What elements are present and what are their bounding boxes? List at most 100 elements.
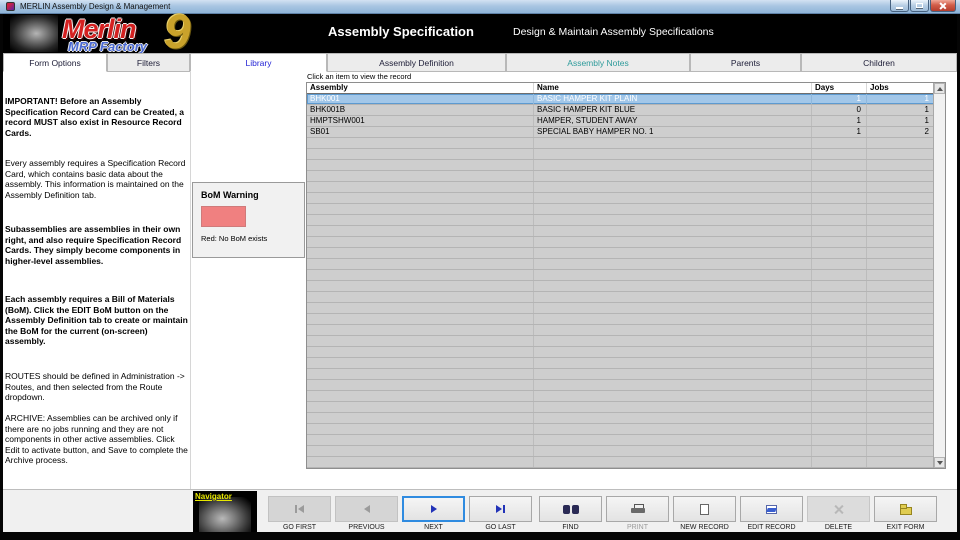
cell [812, 226, 867, 236]
edit-record-button[interactable] [740, 496, 803, 522]
library-panel: Click an item to view the record Assembl… [306, 72, 957, 489]
delete-button[interactable] [807, 496, 870, 522]
tab-assembly-notes[interactable]: Assembly Notes [506, 53, 690, 72]
cell [534, 457, 812, 467]
cell [534, 424, 812, 434]
close-button[interactable] [930, 0, 956, 12]
cell [812, 292, 867, 302]
table-row-empty [307, 424, 945, 435]
cell [867, 303, 935, 313]
cell [812, 435, 867, 445]
cell: SPECIAL BABY HAMPER NO. 1 [534, 127, 812, 137]
table-scrollbar[interactable] [933, 83, 945, 468]
go-last-icon [496, 505, 505, 513]
table-row-empty [307, 292, 945, 303]
cell: BHK001B [307, 105, 534, 115]
table-row-empty [307, 193, 945, 204]
tab-filters[interactable]: Filters [107, 53, 190, 72]
cell [307, 402, 534, 412]
table-row-empty [307, 160, 945, 171]
nav-button-label: EXIT FORM [874, 524, 937, 531]
page-title: Assembly Specification [328, 24, 474, 39]
find-button[interactable] [539, 496, 602, 522]
cell [534, 292, 812, 302]
app-icon [6, 2, 15, 11]
nav-button-label: PRINT [606, 524, 669, 531]
scroll-down-button[interactable] [934, 457, 945, 468]
maximize-button[interactable] [910, 0, 929, 12]
go-last-button[interactable] [469, 496, 532, 522]
table-row-empty [307, 171, 945, 182]
cell: BASIC HAMPER KIT BLUE [534, 105, 812, 115]
cell [534, 149, 812, 159]
wizard-thumbnail-image [199, 497, 251, 532]
cell [867, 457, 935, 467]
table-row-empty [307, 369, 945, 380]
table-row-empty [307, 237, 945, 248]
minimize-icon [896, 7, 903, 9]
cell [812, 149, 867, 159]
previous-button[interactable] [335, 496, 398, 522]
window-edge-bottom [0, 532, 960, 540]
nav-button-label: NEW RECORD [673, 524, 736, 531]
cell: 1 [812, 116, 867, 126]
new-record-button[interactable] [673, 496, 736, 522]
sidebar-paragraph: Each assembly requires a Bill of Materia… [5, 294, 188, 347]
cell [812, 182, 867, 192]
cell [534, 336, 812, 346]
exit-form-button[interactable] [874, 496, 937, 522]
table-row-empty [307, 248, 945, 259]
cell [867, 402, 935, 412]
cell [307, 347, 534, 357]
tab-assembly-definition[interactable]: Assembly Definition [327, 53, 506, 72]
cell [812, 215, 867, 225]
tab-library[interactable]: Library [190, 53, 327, 72]
cell [867, 248, 935, 258]
cell [812, 193, 867, 203]
tab-form-options[interactable]: Form Options [3, 53, 107, 72]
cell [812, 446, 867, 456]
cell: BHK001 [307, 94, 534, 104]
table-row-empty [307, 358, 945, 369]
tab-children[interactable]: Children [801, 53, 957, 72]
cell [534, 182, 812, 192]
table-row[interactable]: SB01SPECIAL BABY HAMPER NO. 112 [307, 127, 945, 138]
cell [812, 314, 867, 324]
cell [812, 160, 867, 170]
next-button[interactable] [402, 496, 465, 522]
cell [867, 336, 935, 346]
go-first-button[interactable] [268, 496, 331, 522]
table-row-empty [307, 281, 945, 292]
table-row[interactable]: BHK001BBASIC HAMPER KIT BLUE01 [307, 105, 945, 116]
print-button[interactable] [606, 496, 669, 522]
cell [307, 248, 534, 258]
table-row-empty [307, 402, 945, 413]
table-row[interactable]: BHK001BASIC HAMPER KIT PLAIN11 [307, 94, 945, 105]
nav-button-label: NEXT [402, 524, 465, 531]
title-bar: MERLIN Assembly Design & Management [0, 0, 960, 14]
cell [812, 336, 867, 346]
sidebar-paragraph: IMPORTANT! Before an Assembly Specificat… [5, 96, 188, 138]
print-icon [631, 504, 645, 514]
table-row-empty [307, 314, 945, 325]
cell [812, 347, 867, 357]
table-row[interactable]: HMPTSHW001HAMPER, STUDENT AWAY11 [307, 116, 945, 127]
cell [867, 259, 935, 269]
cell [867, 204, 935, 214]
scroll-up-button[interactable] [934, 83, 945, 94]
cell [307, 292, 534, 302]
cell [867, 435, 935, 445]
tab-parents[interactable]: Parents [690, 53, 801, 72]
cell [812, 380, 867, 390]
cell [534, 160, 812, 170]
cell: HAMPER, STUDENT AWAY [534, 116, 812, 126]
cell [307, 270, 534, 280]
window-controls [890, 0, 956, 12]
cell [867, 424, 935, 434]
minimize-button[interactable] [890, 0, 909, 12]
cell [812, 413, 867, 423]
navigator-label: Navigator [193, 491, 257, 501]
cell [812, 248, 867, 258]
cell [534, 380, 812, 390]
window-edge-left [0, 14, 3, 540]
